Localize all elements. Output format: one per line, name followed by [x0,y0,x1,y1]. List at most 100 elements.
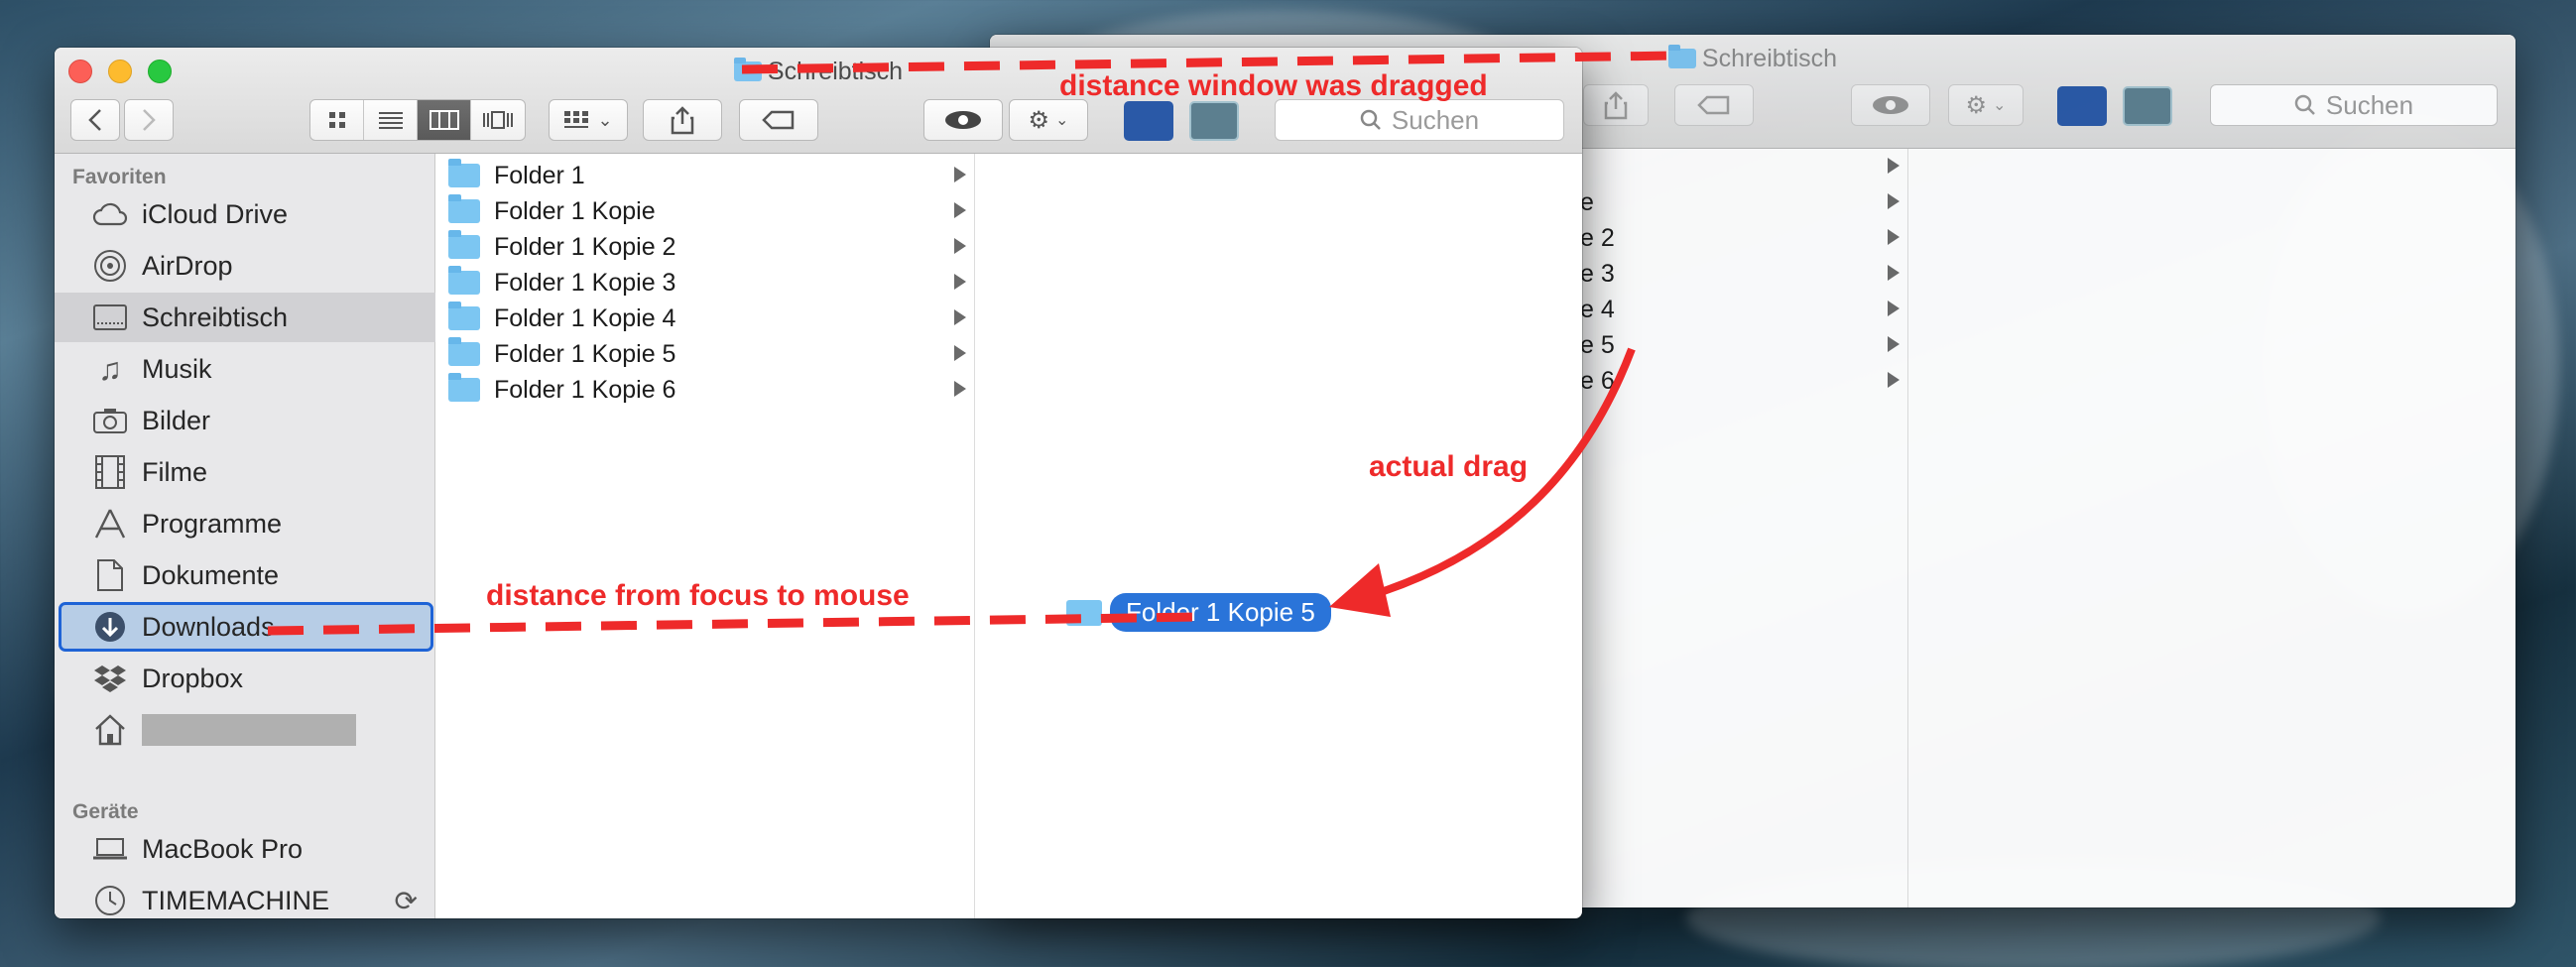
search-placeholder: Suchen [2325,89,2414,120]
folder-row[interactable]: Folder 1 [436,158,974,193]
sidebar-heading-favorites: Favoriten [72,166,167,188]
search-field[interactable]: Suchen [2210,84,2498,126]
sidebar-item-dokumente[interactable]: Dokumente [55,550,435,600]
folder-name: Folder 1 [494,161,585,189]
sidebar-item-label: Bilder [142,405,211,435]
folder-row[interactable]: Folder 1 Kopie 6 [436,372,974,408]
sidebar-item-label: Dokumente [142,559,280,590]
folder-icon [448,266,480,295]
tag-button[interactable] [739,99,818,141]
dragged-folder-label: Folder 1 Kopie 5 [1110,593,1331,632]
disclosure-arrow-icon [954,202,966,218]
dragged-folder[interactable]: Folder 1 Kopie 5 [1066,593,1331,632]
column-view-button[interactable] [418,100,471,140]
gear-icon: ⚙ [1028,106,1050,134]
sidebar-item-label: Schreibtisch [142,302,289,332]
applications-icon [92,506,128,542]
sidebar-item-filme[interactable]: Filme [55,447,435,497]
quicklook-button[interactable] [1851,84,1930,126]
coverflow-view-button[interactable] [471,100,525,140]
arrange-button[interactable]: ⌄ [549,99,628,141]
eye-icon [1873,96,1908,114]
folder-name: Folder 1 Kopie 5 [494,339,676,368]
sidebar-item-label: Musik [142,353,212,384]
sidebar-item-schreibtisch[interactable]: Schreibtisch [55,293,435,342]
icon-view-button[interactable] [310,100,364,140]
sidebar-item-downloads[interactable]: Downloads [59,602,433,652]
laptop-icon [92,831,128,867]
disclosure-arrow-icon [1888,265,1900,281]
tag-icon [1697,95,1730,115]
disclosure-arrow-icon [954,274,966,290]
folder-icon [733,58,762,81]
search-icon [1360,109,1381,130]
folder-icon [448,194,480,223]
disclosure-arrow-icon [1888,229,1900,245]
sidebar-item-label: iCloud Drive [142,198,289,229]
tag-icon [762,110,795,130]
list-view-button[interactable] [364,100,418,140]
quicklook-button[interactable] [923,99,1003,141]
sidebar-item-label: MacBook Pro [142,833,304,864]
window-title-text: Schreibtisch [1701,45,1838,72]
camera-icon [92,403,128,438]
app-icon[interactable] [1189,101,1239,141]
sidebar-item-macbook-pro[interactable]: MacBook Pro [55,824,435,874]
folder-icon [1066,599,1102,626]
forward-button[interactable] [124,99,174,141]
chevron-right-icon [143,109,156,131]
folder-row[interactable]: Folder 1 Kopie 2 [436,229,974,265]
grid-icon [328,112,345,128]
eye-icon [945,111,981,129]
home-icon [92,712,128,748]
folder-row[interactable]: Folder 1 Kopie 3 [436,265,974,301]
disclosure-arrow-icon [1888,336,1900,352]
share-button[interactable] [1583,84,1649,126]
sidebar-item-programme[interactable]: Programme [55,499,435,548]
sidebar-item-musik[interactable]: ♫ Musik [55,344,435,394]
folder-name: Folder 1 Kopie 6 [494,375,676,404]
chevron-down-icon: ⌄ [597,109,613,130]
sidebar-item-airdrop[interactable]: AirDrop [55,241,435,291]
view-mode-control[interactable] [309,99,526,141]
coverflow-icon [483,111,513,129]
disclosure-arrow-icon [954,381,966,397]
action-button[interactable]: ⚙ ⌄ [1948,84,2024,126]
sidebar-item-icloud-drive[interactable]: iCloud Drive [55,189,435,239]
cloud-icon [92,196,128,232]
folder-icon [448,373,480,402]
document-icon [92,557,128,593]
archive-icon[interactable] [2057,86,2107,126]
share-icon [1604,91,1628,120]
folder-icon [448,302,480,330]
sidebar-item-home[interactable] [55,705,435,755]
folder-column: Folder 1 Folder 1 Kopie Folder 1 Kopie 2… [436,154,975,918]
app-icon[interactable] [2123,86,2172,126]
sidebar-item-dropbox[interactable]: Dropbox [55,654,435,703]
action-button[interactable]: ⚙ ⌄ [1009,99,1088,141]
sidebar-item-label: Dropbox [142,663,244,693]
search-icon [2294,94,2315,115]
folder-icon [448,230,480,259]
share-button[interactable] [643,99,722,141]
disclosure-arrow-icon [954,345,966,361]
sync-icon[interactable]: ⟳ [395,885,418,917]
gear-icon: ⚙ [1965,91,1988,119]
folder-icon [1667,45,1696,68]
folder-row[interactable]: Folder 1 Kopie 4 [436,301,974,336]
folder-row[interactable]: Folder 1 Kopie [436,193,974,229]
sidebar-item-bilder[interactable]: Bilder [55,396,435,445]
sidebar-item-label: Filme [142,456,207,487]
annotation-focus-to-mouse: distance from focus to mouse [486,579,910,612]
folder-row[interactable]: Folder 1 Kopie 5 [436,336,974,372]
back-button[interactable] [70,99,120,141]
sidebar-item-label: TIMEMACHINE [142,885,329,915]
tag-button[interactable] [1674,84,1754,126]
sidebar-item-timemachine[interactable]: TIMEMACHINE ⟳ [55,876,435,918]
ghost-row-text: e 2 [1580,223,1615,252]
ghost-row-text: e 5 [1580,330,1615,359]
folder-name: Folder 1 Kopie [494,196,656,225]
archive-icon[interactable] [1124,101,1173,141]
chevron-down-icon: ⌄ [1993,97,2007,114]
search-field[interactable]: Suchen [1275,99,1564,141]
